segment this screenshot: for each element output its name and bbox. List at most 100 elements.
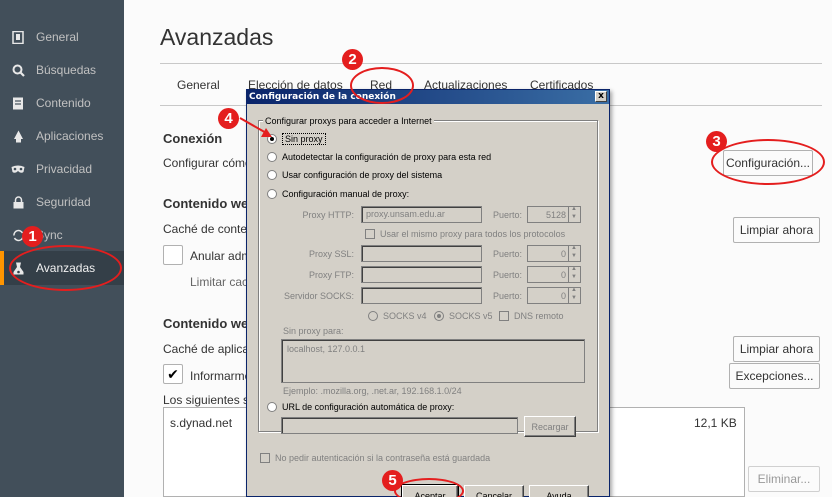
connection-title: Conexión [163,131,223,146]
radio-button[interactable] [267,170,277,180]
dns-remote-checkbox-row[interactable]: DNS remoto [499,311,564,321]
no-auth-prompt-label: No pedir autenticación si la contraseña … [275,453,491,463]
sidebar-item-busquedas[interactable]: Búsquedas [0,53,124,87]
radio-auto-detect[interactable]: Autodetectar la configuración de proxy p… [267,152,491,162]
ssl-proxy-label: Proxy SSL: [308,249,354,259]
radio-auto-config-url[interactable]: URL de configuración automática de proxy… [267,402,454,412]
radio-socks-v5[interactable]: SOCKS v5 [434,311,493,321]
close-icon[interactable]: x [595,91,607,102]
socks-label: Servidor SOCKS: [283,291,354,301]
sites-text: Los siguientes sit [163,393,256,407]
ssl-proxy-input[interactable] [361,245,482,262]
help-button[interactable]: Ayuda [529,485,589,497]
clear-web-cache-button[interactable]: Limpiar ahora [733,217,820,243]
offline-cache-text: Caché de aplicac [163,342,256,356]
no-proxy-for-label: Sin proxy para: [283,326,344,336]
sidebar-item-seguridad[interactable]: Seguridad [0,185,124,219]
radio-manual-proxy[interactable]: Configuración manual de proxy: [267,189,409,199]
lock-icon [10,194,26,210]
sidebar-item-label: Contenido [36,96,91,110]
sidebar-item-privacidad[interactable]: Privacidad [0,152,124,186]
same-proxy-checkbox-row[interactable]: Usar el mismo proxy para todos los proto… [365,229,565,239]
title-divider [160,63,822,64]
limit-cache-label: Limitar cach [190,275,255,289]
same-proxy-checkbox[interactable] [365,229,375,239]
http-proxy-label: Proxy HTTP: [302,210,354,220]
search-icon [10,62,26,78]
connection-text: Configurar cómo [163,156,252,170]
annotation-badge-5: 5 [382,470,403,491]
radio-button[interactable] [434,311,444,321]
no-proxy-example: Ejemplo: .mozilla.org, .net.ar, 192.168.… [283,386,462,396]
cancel-button[interactable]: Cancelar [464,485,524,497]
radio-label: URL de configuración automática de proxy… [282,402,455,412]
highlight-ring-avanzadas [9,245,122,291]
dns-remote-checkbox[interactable] [499,311,509,321]
http-proxy-input[interactable]: proxy.unsam.edu.ar [361,206,482,223]
proxy-group-legend: Configurar proxys para acceder a Interne… [263,116,434,126]
web-content-title: Contenido web [163,196,257,211]
exceptions-button[interactable]: Excepciones... [729,363,820,389]
radio-label: SOCKS v4 [383,311,427,321]
clear-offline-cache-button[interactable]: Limpiar ahora [733,336,820,362]
socks-input[interactable] [361,287,482,304]
radio-button[interactable] [267,402,277,412]
spinner-arrows-icon[interactable] [568,287,580,303]
port-value: 0 [560,270,566,280]
socks-port-spinner[interactable]: 0 [527,287,581,304]
annotation-badge-2: 2 [342,49,363,70]
checkmark-icon: ✔ [167,365,179,382]
ssl-port-spinner[interactable]: 0 [527,245,581,262]
sidebar-item-contenido[interactable]: Contenido [0,86,124,120]
ssl-port-label: Puerto: [492,249,522,259]
radio-label: SOCKS v5 [449,311,493,321]
no-auth-prompt-row[interactable]: No pedir autenticación si la contraseña … [260,453,490,463]
override-cache-checkbox[interactable] [163,245,183,265]
remove-site-button[interactable]: Eliminar... [748,466,820,492]
radio-system-proxy[interactable]: Usar configuración de proxy del sistema [267,170,442,180]
dns-remote-label: DNS remoto [514,311,564,321]
sidebar-item-label: Privacidad [36,162,93,176]
firefox-options-window: General Búsquedas Contenido Aplicaciones… [0,0,832,497]
tab-general[interactable]: General [177,78,220,92]
radio-button[interactable] [267,189,277,199]
http-port-label: Puerto: [492,210,522,220]
annotation-badge-4: 4 [218,108,239,129]
sidebar-item-general[interactable]: General [0,20,124,54]
notify-checkbox[interactable]: ✔ [163,364,183,384]
ftp-port-label: Puerto: [492,270,522,280]
sidebar-item-label: Aplicaciones [36,129,104,143]
radio-label: Autodetectar la configuración de proxy p… [282,152,492,162]
spinner-arrows-icon[interactable] [568,206,580,222]
socks-port-label: Puerto: [492,291,522,301]
privacy-mask-icon [10,161,26,177]
ftp-proxy-input[interactable] [361,266,482,283]
highlight-ring-red [350,67,414,104]
auto-config-url-input[interactable] [281,417,518,434]
general-icon [10,29,26,45]
content-icon [10,95,26,111]
sidebar-item-label: General [36,30,79,44]
spinner-arrows-icon[interactable] [568,266,580,282]
sidebar-item-label: Seguridad [36,195,91,209]
reload-button[interactable]: Recargar [524,416,576,437]
http-port-spinner[interactable]: 5128 [527,206,581,223]
ftp-port-spinner[interactable]: 0 [527,266,581,283]
site-name[interactable]: s.dynad.net [170,416,232,430]
override-cache-label: Anular adm [190,249,252,263]
radio-label: Sin proxy [282,133,326,145]
annotation-badge-1: 1 [22,226,43,247]
highlight-ring-aceptar [394,478,464,497]
radio-button[interactable] [368,311,378,321]
sidebar-item-aplicaciones[interactable]: Aplicaciones [0,119,124,153]
no-auth-prompt-checkbox[interactable] [260,453,270,463]
no-proxy-for-textarea[interactable]: localhost, 127.0.0.1 [281,339,585,383]
notify-label: Informarme [190,369,252,383]
offline-content-title: Contenido web [163,316,257,331]
radio-socks-v4[interactable]: SOCKS v4 [368,311,427,321]
ftp-proxy-label: Proxy FTP: [308,270,354,280]
radio-button[interactable] [267,134,277,144]
radio-button[interactable] [267,152,277,162]
radio-no-proxy[interactable]: Sin proxy [267,133,326,145]
spinner-arrows-icon[interactable] [568,245,580,261]
